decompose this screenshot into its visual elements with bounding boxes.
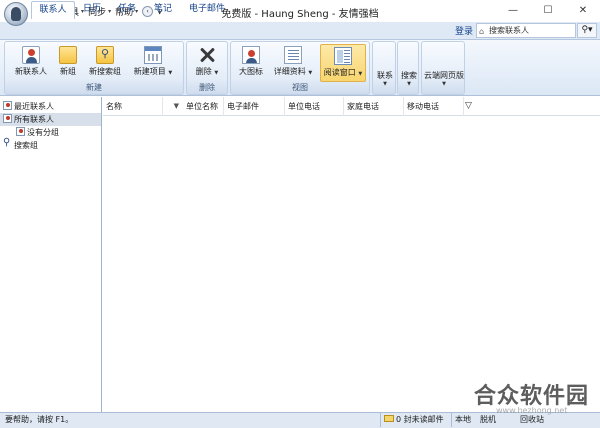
dropdown-arrow-icon: ▼: [214, 70, 219, 76]
navigation-pane: 最近联系人 所有联系人 没有分组 搜索组: [0, 97, 102, 412]
tab-contacts[interactable]: 联系人: [31, 1, 75, 19]
tab-tasks[interactable]: 任务: [112, 1, 142, 18]
new-item-button[interactable]: 新建项目 ▼: [129, 46, 177, 77]
search-input[interactable]: ⌂ 搜索联系人: [476, 23, 576, 38]
login-link[interactable]: 登录: [455, 24, 473, 37]
large-icons-button[interactable]: 大图标: [236, 46, 266, 77]
dropdown-arrow-icon: ▼: [168, 70, 173, 76]
dropdown-arrow-icon: ▼: [383, 81, 387, 87]
ribbon-group-view: 大图标 详细资料 ▼ 阅读窗口 ▼ 视图: [230, 41, 370, 95]
status-unread-mail[interactable]: 0 封未读邮件: [384, 414, 444, 425]
reading-pane-icon: [334, 47, 352, 65]
filter-icon[interactable]: ▽: [465, 101, 472, 111]
contacts-book-icon: [3, 114, 12, 123]
close-button[interactable]: ✕: [566, 0, 600, 22]
app-menu-button[interactable]: [4, 2, 28, 26]
ribbon-group-new: 新联系人 新组 新搜索组 新建项目 ▼ 新建: [4, 41, 184, 95]
new-contact-button[interactable]: 新联系人: [13, 46, 49, 77]
dropdown-arrow-icon: ▼: [358, 71, 363, 77]
status-recycle-bin[interactable]: 回收站: [520, 414, 544, 425]
dropdown-arrow-icon: ▼: [442, 81, 446, 87]
search-folder-icon: [96, 46, 114, 64]
tab-calendar[interactable]: 日历: [78, 1, 106, 18]
nav-item-search-groups[interactable]: 搜索组: [0, 136, 101, 152]
contacts-book-icon: [3, 101, 12, 110]
ribbon-group-cloud: 云端网页版 ▼: [421, 41, 465, 95]
column-header-row: 名称 ▼ 单位名称 电子邮件 单位电话 家庭电话 移动电话: [103, 97, 600, 116]
nav-item-ungrouped[interactable]: 没有分组: [0, 126, 101, 139]
cloud-web-button[interactable]: 云端网页版 ▼: [423, 70, 465, 87]
watermark-url: www.hezhong.net: [496, 406, 568, 415]
home-icon: ⌂: [479, 27, 485, 36]
new-search-group-button[interactable]: 新搜索组: [87, 46, 123, 77]
column-header-name[interactable]: 名称: [103, 97, 163, 116]
large-icons-icon: [242, 46, 260, 64]
column-header-work-phone[interactable]: 单位电话: [285, 97, 344, 116]
delete-button[interactable]: 删除 ▼: [191, 46, 223, 77]
group-label-delete: 删除: [199, 83, 215, 92]
envelope-icon: [384, 415, 394, 422]
user-avatar-icon: [11, 7, 21, 21]
reading-pane-button[interactable]: 阅读窗口 ▼: [320, 44, 366, 82]
column-header-email[interactable]: 电子邮件: [224, 97, 285, 116]
contacts-book-icon: [16, 127, 25, 136]
dropdown-arrow-icon: ▼: [308, 70, 313, 76]
maximize-button[interactable]: ☐: [531, 0, 565, 22]
tab-notes[interactable]: 笔记: [148, 1, 178, 18]
new-group-button[interactable]: 新组: [55, 46, 81, 77]
status-local[interactable]: 本地: [455, 414, 471, 425]
sort-indicator[interactable]: ▼: [163, 97, 183, 116]
ribbon-group-delete: 删除 ▼ 删除: [186, 41, 228, 95]
details-list-icon: [284, 46, 302, 64]
status-offline[interactable]: 脱机: [480, 414, 496, 425]
delete-x-icon: [198, 46, 216, 64]
contact-menu-button[interactable]: 联系 ▼: [374, 70, 396, 87]
details-button[interactable]: 详细资料 ▼: [270, 46, 316, 77]
contact-list-pane: [103, 97, 600, 412]
new-item-icon: [144, 46, 162, 64]
status-divider: [380, 413, 381, 427]
group-label-view: 视图: [292, 83, 308, 92]
column-header-home-phone[interactable]: 家庭电话: [344, 97, 404, 116]
search-menu-button[interactable]: 搜索 ▼: [398, 70, 420, 87]
nav-item-all-contacts[interactable]: 所有联系人: [0, 113, 101, 126]
search-icon: [3, 136, 12, 149]
search-placeholder: 搜索联系人: [489, 26, 529, 35]
folder-icon: [59, 46, 77, 64]
tab-email[interactable]: 电子邮件: [185, 1, 229, 18]
ribbon-group-search: 搜索 ▼: [397, 41, 419, 95]
group-label-new: 新建: [86, 83, 102, 92]
column-header-mobile-phone[interactable]: 移动电话: [404, 97, 464, 116]
status-help-text: 要帮助，请按 F1。: [5, 415, 74, 424]
contact-card-icon: [22, 46, 40, 64]
ribbon-group-contact: 联系 ▼: [372, 41, 396, 95]
nav-item-recent-contacts[interactable]: 最近联系人: [0, 100, 101, 113]
sort-down-icon: ▼: [173, 102, 179, 110]
minimize-button[interactable]: —: [496, 0, 530, 22]
dropdown-arrow-icon: ▼: [407, 81, 411, 87]
status-divider: [451, 413, 452, 427]
search-button[interactable]: ⚲▾: [577, 23, 597, 38]
column-header-company[interactable]: 单位名称: [183, 97, 224, 116]
